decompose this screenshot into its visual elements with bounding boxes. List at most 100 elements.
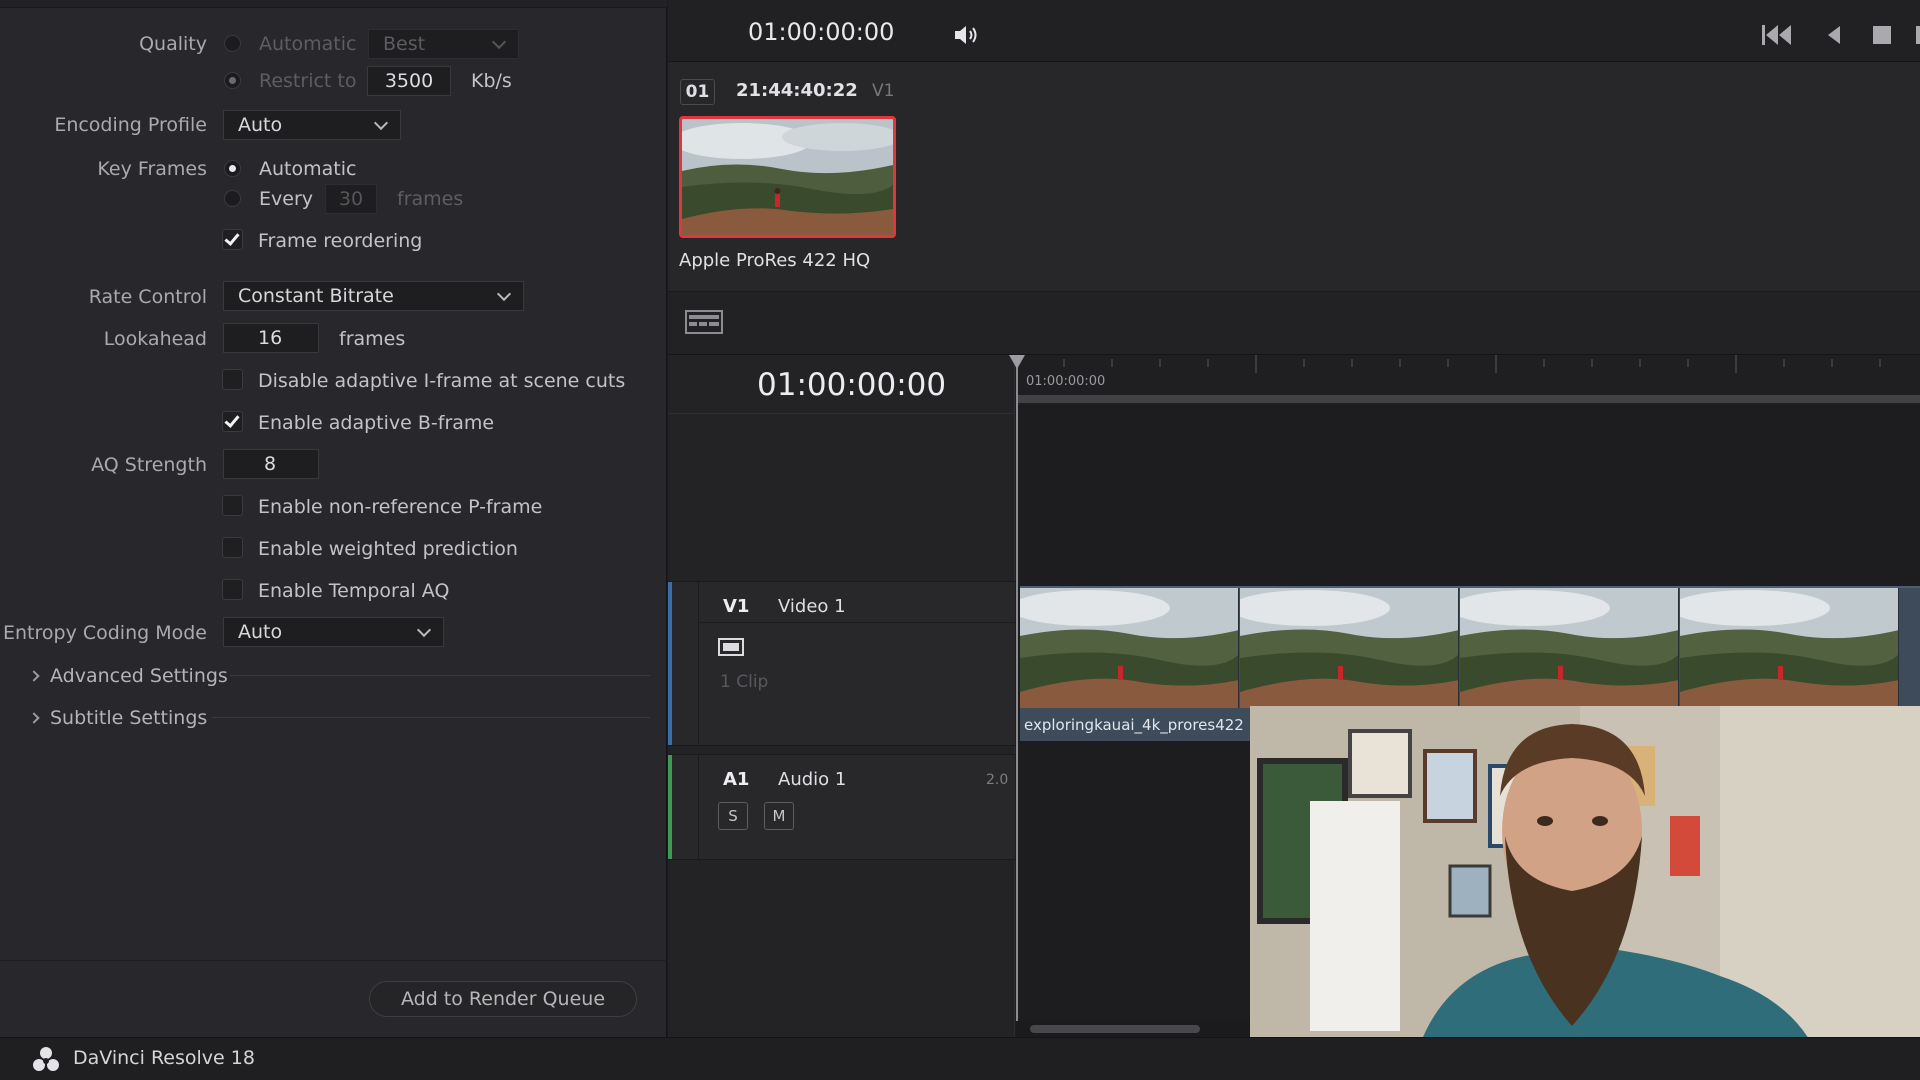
- clip-thumbnail[interactable]: [679, 116, 896, 238]
- advanced-settings-divider: [230, 675, 650, 676]
- disable-adaptive-iframe-label: Disable adaptive I-frame at scene cuts: [258, 370, 626, 392]
- enable-nonref-pframe-checkbox[interactable]: [222, 495, 243, 516]
- mute-button[interactable]: M: [764, 802, 794, 830]
- status-bar: DaVinci Resolve 18: [0, 1037, 1920, 1080]
- skip-to-start-icon[interactable]: [1762, 25, 1791, 45]
- quality-bitrate-input[interactable]: 3500: [367, 66, 451, 96]
- track-header-divider: [698, 582, 699, 745]
- clip-track-label: V1: [872, 81, 895, 101]
- ruler-timecode-label: 01:00:00:00: [1026, 374, 1106, 389]
- clip-frame: [1680, 588, 1899, 708]
- keyframes-frames-label: frames: [397, 188, 464, 210]
- enable-weighted-prediction-label: Enable weighted prediction: [258, 538, 518, 560]
- ruler-range-bar: [1016, 395, 1920, 403]
- audio-track-color-stripe: [668, 755, 672, 859]
- keyframes-every-radio[interactable]: [224, 190, 241, 207]
- keyframes-automatic-radio[interactable]: [224, 160, 241, 177]
- playhead[interactable]: [1016, 355, 1018, 1021]
- subtitle-settings-divider: [212, 717, 650, 718]
- quality-restrict-label: Restrict to: [259, 70, 357, 92]
- viewer-timecode: 01:00:00:00: [748, 18, 895, 46]
- video-track-clip-count: 1 Clip: [720, 672, 769, 692]
- advanced-settings-toggle[interactable]: Advanced Settings: [28, 665, 228, 687]
- entropy-coding-label: Entropy Coding Mode: [3, 622, 207, 644]
- chevron-down-icon: [496, 286, 512, 302]
- quality-best-select[interactable]: Best: [368, 29, 519, 59]
- viewer-header: 01:00:00:00: [668, 0, 1920, 62]
- chevron-down-icon: [416, 622, 432, 638]
- landscape-frame-image: [1680, 588, 1898, 708]
- landscape-frame-image: [1460, 588, 1678, 708]
- landscape-thumbnail-image: [682, 119, 893, 235]
- timeline-timecode: 01:00:00:00: [757, 367, 947, 403]
- audio-track-channels: 2.0: [986, 772, 1009, 788]
- landscape-frame-image: [1020, 588, 1238, 708]
- film-strip-icon[interactable]: [718, 638, 744, 656]
- playhead-handle[interactable]: [1009, 355, 1025, 369]
- disable-adaptive-iframe-checkbox[interactable]: [222, 369, 243, 390]
- frame-reordering-label: Frame reordering: [258, 230, 423, 252]
- quality-restrict-radio[interactable]: [224, 72, 241, 89]
- solo-button[interactable]: S: [718, 802, 748, 830]
- davinci-resolve-logo-icon: [33, 1047, 59, 1071]
- aq-strength-input[interactable]: 8: [223, 449, 319, 479]
- chevron-right-icon: [28, 712, 40, 724]
- aq-strength-label: AQ Strength: [91, 454, 207, 476]
- checkmark-icon: [224, 412, 240, 428]
- audio-track-name[interactable]: Audio 1: [778, 769, 846, 790]
- quality-automatic-radio[interactable]: [224, 35, 241, 52]
- audio-track-header[interactable]: A1 Audio 1 2.0 S M: [668, 754, 1015, 860]
- video-track-header[interactable]: V1 Video 1 1 Clip: [668, 581, 1015, 746]
- clip-timecode: 21:44:40:22: [736, 80, 858, 101]
- encoding-profile-value: Auto: [238, 114, 283, 136]
- add-to-render-queue-button[interactable]: Add to Render Queue: [369, 981, 637, 1017]
- rate-control-select[interactable]: Constant Bitrate: [223, 281, 524, 311]
- play-icon[interactable]: [1916, 26, 1920, 44]
- track-header-divider: [698, 755, 699, 859]
- key-frames-label: Key Frames: [97, 158, 207, 180]
- entropy-coding-select[interactable]: Auto: [223, 617, 444, 647]
- scrollbar-thumb[interactable]: [1030, 1025, 1200, 1033]
- enable-adaptive-bframe-checkbox[interactable]: [222, 411, 243, 432]
- quality-best-value: Best: [383, 33, 426, 55]
- video-track-name[interactable]: Video 1: [778, 596, 846, 617]
- checkmark-icon: [224, 230, 240, 246]
- app-name: DaVinci Resolve 18: [73, 1047, 255, 1069]
- rate-control-label: Rate Control: [88, 286, 207, 308]
- enable-adaptive-bframe-label: Enable adaptive B-frame: [258, 412, 495, 434]
- keyframes-automatic-label: Automatic: [259, 158, 357, 180]
- lookahead-input[interactable]: 16: [223, 323, 319, 353]
- chevron-down-icon: [373, 115, 389, 131]
- timeline-view-options-icon[interactable]: [685, 310, 723, 334]
- clip-filename: exploringkauai_4k_prores422: [1024, 716, 1244, 734]
- speaker-icon[interactable]: [953, 23, 981, 47]
- webcam-overlay: [1250, 706, 1920, 1080]
- enable-temporal-aq-checkbox[interactable]: [222, 579, 243, 600]
- rate-control-value: Constant Bitrate: [238, 285, 394, 307]
- keyframes-every-label: Every: [259, 188, 313, 210]
- landscape-frame-image: [1240, 588, 1458, 708]
- clips-strip: 01 21:44:40:22 V1 Apple ProRes 422 HQ: [668, 62, 1920, 292]
- frame-reordering-checkbox[interactable]: [222, 229, 243, 250]
- chevron-right-icon: [28, 670, 40, 682]
- play-reverse-icon[interactable]: [1828, 26, 1840, 44]
- entropy-coding-value: Auto: [238, 621, 283, 643]
- video-track-id: V1: [723, 596, 750, 617]
- clip-frame: [1240, 588, 1459, 708]
- encoding-profile-select[interactable]: Auto: [223, 110, 401, 140]
- encoding-profile-label: Encoding Profile: [54, 114, 207, 136]
- audio-track-id: A1: [723, 769, 750, 790]
- ruler-ticks: [1063, 355, 1881, 373]
- lookahead-unit-label: frames: [339, 328, 406, 350]
- keyframes-every-input[interactable]: 30: [325, 184, 377, 214]
- advanced-settings-label: Advanced Settings: [50, 665, 228, 687]
- subtitle-settings-label: Subtitle Settings: [50, 707, 208, 729]
- clip-codec-name: Apple ProRes 422 HQ: [679, 250, 871, 271]
- quality-unit-label: Kb/s: [471, 70, 512, 92]
- subtitle-settings-toggle[interactable]: Subtitle Settings: [28, 707, 208, 729]
- panel-top-divider: [0, 0, 667, 8]
- transport-controls: [1762, 25, 1920, 45]
- video-track-color-stripe: [668, 582, 672, 745]
- stop-icon[interactable]: [1873, 26, 1891, 44]
- enable-weighted-prediction-checkbox[interactable]: [222, 537, 243, 558]
